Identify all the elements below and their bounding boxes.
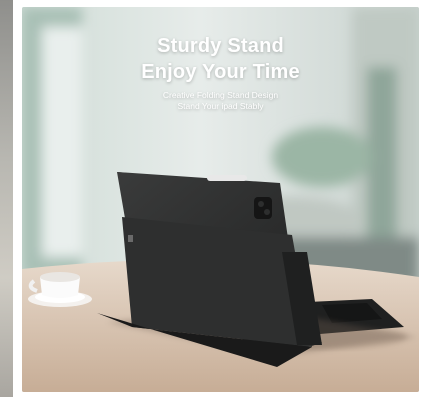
subline-2: Stand Your ipad Stably xyxy=(177,101,264,111)
case-logo-mark xyxy=(128,235,133,242)
headline-line-2: Enjoy Your Time xyxy=(141,61,300,83)
subline-1: Creative Folding Stand Design xyxy=(162,90,279,100)
case-lower xyxy=(122,217,312,347)
adjacent-product-image-edge[interactable] xyxy=(0,0,13,397)
pencil xyxy=(207,175,247,181)
headline-line-1: Sturdy Stand xyxy=(157,35,284,57)
camera-bump xyxy=(254,197,272,219)
promo-headline: Sturdy Stand Enjoy Your Time Creative Fo… xyxy=(22,33,419,112)
product-image-card[interactable]: Sturdy Stand Enjoy Your Time Creative Fo… xyxy=(22,7,419,392)
